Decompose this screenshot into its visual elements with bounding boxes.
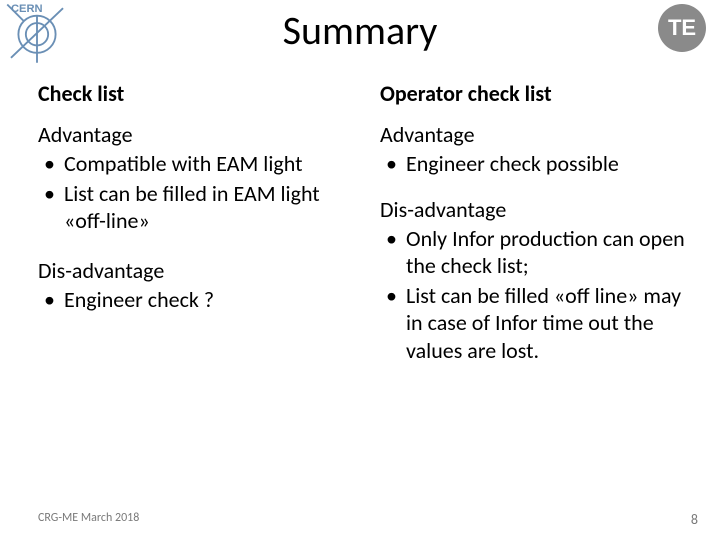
right-dis-label: Dis-advantage xyxy=(380,196,692,223)
left-dis-list: Engineer check ? xyxy=(38,286,350,314)
list-item: List can be filled «off line» may in cas… xyxy=(380,282,692,365)
slide: CERN Summary TE Check list Advantage Com… xyxy=(0,0,720,540)
right-adv-list: Engineer check possible xyxy=(380,150,692,178)
left-adv-label: Advantage xyxy=(38,121,350,148)
left-dis-label: Dis-advantage xyxy=(38,257,350,284)
right-heading: Operator check list xyxy=(380,80,692,107)
header: CERN Summary TE xyxy=(0,0,720,70)
right-column: Operator check list Advantage Engineer c… xyxy=(380,80,692,386)
page-title: Summary xyxy=(283,6,438,55)
left-disadvantage-block: Dis-advantage Engineer check ? xyxy=(38,257,350,314)
svg-text:CERN: CERN xyxy=(11,3,43,15)
left-heading: Check list xyxy=(38,80,350,107)
right-dis-list: Only Infor production can open the check… xyxy=(380,225,692,365)
page-number: 8 xyxy=(691,511,698,528)
left-adv-list: Compatible with EAM light List can be fi… xyxy=(38,150,350,235)
content: Check list Advantage Compatible with EAM… xyxy=(0,70,720,386)
list-item: List can be filled in EAM light «off-lin… xyxy=(38,180,350,235)
left-advantage-block: Advantage Compatible with EAM light List… xyxy=(38,121,350,235)
list-item: Compatible with EAM light xyxy=(38,150,350,178)
te-badge: TE xyxy=(658,4,706,52)
list-item: Engineer check possible xyxy=(380,150,692,178)
cern-logo: CERN xyxy=(6,2,68,64)
te-badge-text: TE xyxy=(668,15,696,41)
list-item: Engineer check ? xyxy=(38,286,350,314)
left-column: Check list Advantage Compatible with EAM… xyxy=(38,80,350,386)
right-advantage-block: Advantage Engineer check possible xyxy=(380,121,692,178)
footer-left: CRG-ME March 2018 xyxy=(38,511,139,528)
right-disadvantage-block: Dis-advantage Only Infor production can … xyxy=(380,196,692,365)
right-adv-label: Advantage xyxy=(380,121,692,148)
footer: CRG-ME March 2018 8 xyxy=(38,511,698,528)
list-item: Only Infor production can open the check… xyxy=(380,225,692,280)
